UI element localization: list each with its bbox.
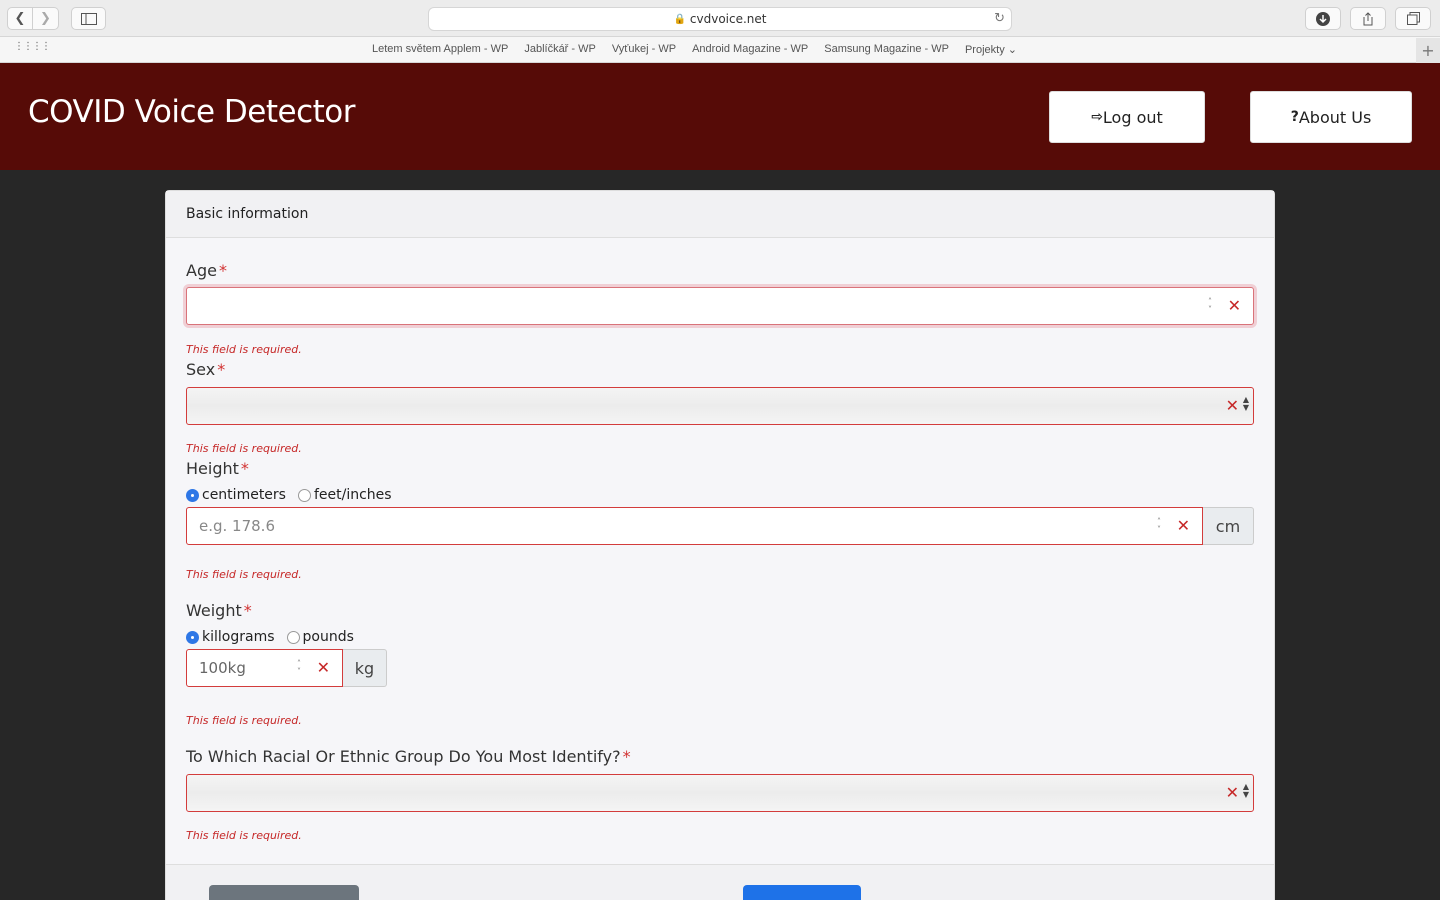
tabs-overview-button[interactable] [1395,7,1431,30]
address-bar[interactable]: 🔒 cvdvoice.net ↻ [428,7,1012,31]
stepper-icon[interactable]: ˄ ˅ [294,660,304,676]
basic-info-card: Basic information Age * ˄ ˅ ✕ This field i… [165,190,1275,900]
radio-feet-inches[interactable]: feet/inches [297,487,392,503]
favorite-item[interactable]: Letem světem Applem - WP [372,43,508,56]
logout-button[interactable]: ⇨ Log out [1049,91,1205,143]
weight-unit-radios: killograms pounds [186,629,366,645]
weight-label: Weight * [186,601,252,620]
height-error: This field is required. [186,568,302,581]
height-placeholder: e.g. 178.6 [199,517,275,535]
favorite-item[interactable]: Vyťukej - WP [612,43,676,56]
radio-empty-icon [297,488,311,502]
sidebar-icon [80,12,97,25]
error-x-icon: ✕ [316,658,330,677]
address-url: cvdvoice.net [689,12,767,26]
chevron-right-icon: ❯ [40,11,51,26]
about-label: About Us [1298,107,1372,127]
grid-icon[interactable]: ⋮⋮⋮⋮ [14,42,51,56]
about-us-button[interactable]: ? About Us [1250,91,1412,143]
share-icon [1363,11,1373,25]
error-x-icon: ✕ [1176,516,1190,535]
secondary-button[interactable] [209,885,359,900]
card-footer [166,864,1274,900]
downloads-button[interactable] [1305,7,1341,30]
favorite-item[interactable]: Samsung Magazine - WP [824,43,949,56]
share-button[interactable] [1350,7,1386,30]
favorites-list: Letem světem Applem - WP Jablíčkář - WP … [372,43,1017,56]
app-header: COVID Voice Detector ⇨ Log out ? About U… [0,63,1440,170]
radio-killograms[interactable]: killograms [186,629,275,645]
primary-button[interactable] [743,885,861,900]
lock-icon: 🔒 [673,13,686,25]
radio-selected-icon [186,630,199,644]
favorite-folder[interactable]: Projekty ⌄ [965,43,1017,56]
browser-toolbar: ❮ ❯ 🔒 cvdvoice.net ↻ [0,0,1440,37]
sex-label: Sex * [186,360,226,379]
section-title: Basic information [186,206,309,222]
age-input[interactable]: ˄ ˅ ✕ [186,287,1254,325]
radio-pounds[interactable]: pounds [286,629,354,645]
new-tab-button[interactable]: + [1416,38,1440,63]
error-x-icon: ✕ [1225,396,1239,415]
radio-selected-icon [186,488,199,502]
tabs-icon [1406,12,1420,25]
favorites-bar: ⋮⋮⋮⋮ Letem světem Applem - WP Jablíčkář … [0,38,1440,63]
logout-label: Log out [1102,107,1163,127]
download-icon [1316,11,1330,26]
error-x-icon: ✕ [1225,783,1239,802]
sex-select[interactable]: ✕ ▲ ▼ [186,387,1254,425]
height-label: Height * [186,459,249,478]
error-x-icon: ✕ [1227,296,1241,315]
age-label: Age * [186,261,227,280]
ethnicity-error: This field is required. [186,829,302,842]
forward-button[interactable]: ❯ [33,7,59,30]
stepper-icon[interactable]: ˄ ˅ [1205,298,1215,314]
ethnicity-label: To Which Racial Or Ethnic Group Do You M… [186,747,631,766]
weight-unit-addon: kg [343,649,387,687]
radio-centimeters[interactable]: centimeters [186,487,286,503]
radio-empty-icon [286,630,300,644]
sex-error: This field is required. [186,442,302,455]
height-unit-addon: cm [1203,507,1254,545]
height-input[interactable]: e.g. 178.6 ˄ ˅ ✕ [186,507,1203,545]
question-icon: ? [1290,109,1299,125]
app-title: COVID Voice Detector [28,94,356,130]
select-arrows-icon: ▲ ▼ [1242,395,1249,412]
stepper-icon[interactable]: ˄ ˅ [1154,518,1164,534]
weight-placeholder: 100kg [199,659,246,677]
browser-chrome: ❮ ❯ 🔒 cvdvoice.net ↻ ⋮⋮⋮⋮ Letem světem A… [0,0,1440,63]
sidebar-toggle-button[interactable] [71,7,106,30]
back-button[interactable]: ❮ [7,7,33,30]
select-arrows-icon: ▲ ▼ [1242,782,1249,799]
reload-icon[interactable]: ↻ [994,11,1005,26]
card-header: Basic information [166,191,1274,238]
plus-icon: + [1421,41,1435,60]
weight-error: This field is required. [186,714,302,727]
logout-icon: ⇨ [1091,109,1103,125]
weight-input[interactable]: 100kg ˄ ˅ ✕ [186,649,343,687]
favorite-item[interactable]: Android Magazine - WP [692,43,808,56]
favorite-item[interactable]: Jablíčkář - WP [524,43,596,56]
height-unit-radios: centimeters feet/inches [186,487,404,503]
chevron-down-icon: ⌄ [1007,44,1017,56]
ethnicity-select[interactable]: ✕ ▲ ▼ [186,774,1254,812]
age-error: This field is required. [186,343,302,356]
chevron-left-icon: ❮ [14,11,26,26]
